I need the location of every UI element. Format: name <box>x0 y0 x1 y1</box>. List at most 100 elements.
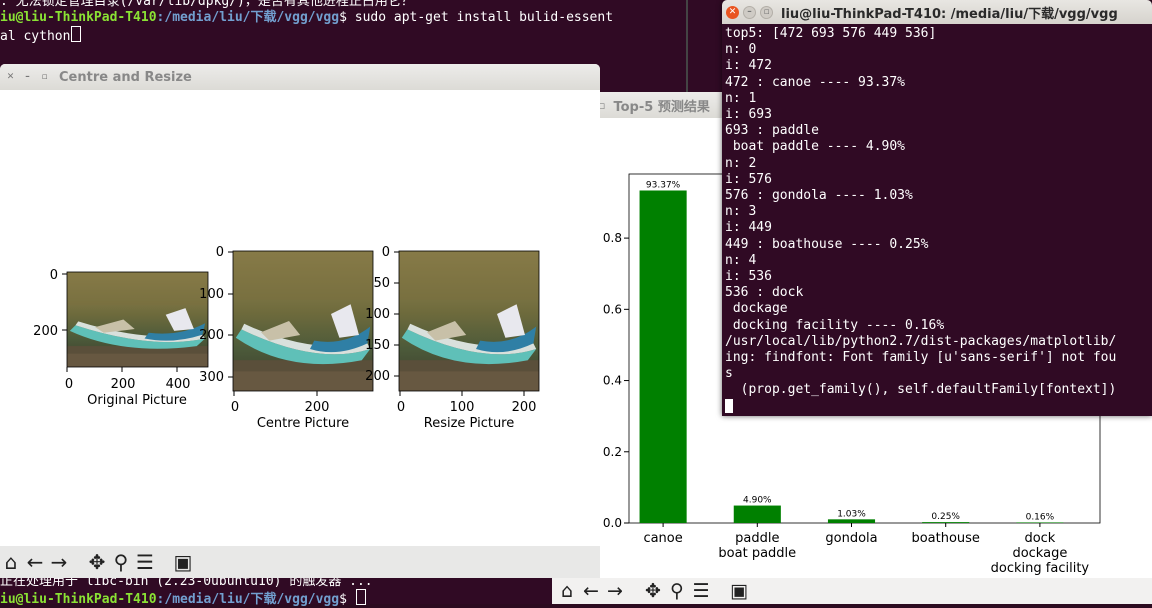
terminal-line: 693 : paddle <box>725 123 819 139</box>
forward-arrow-icon[interactable]: → <box>604 580 626 602</box>
tick-label: 0 <box>382 245 390 260</box>
save-icon[interactable]: ▣ <box>728 580 750 602</box>
zoom-icon[interactable]: ⚲ <box>666 580 688 602</box>
terminal-line: docking facility ---- 0.16% <box>725 317 945 333</box>
terminal-line: n: 2 <box>725 155 757 171</box>
image-figure: 0 200 400 0 200 Original Picture 0 200 0… <box>33 245 540 431</box>
home-icon[interactable]: ⌂ <box>556 580 578 602</box>
tick-label: 0 <box>65 377 73 392</box>
window-title: liu@liu-ThinkPad-T410: /media/liu/下载/vgg… <box>781 6 1118 22</box>
terminal-line: 472 : canoe ---- 93.37% <box>725 74 906 90</box>
terminal-line: i: 449 <box>725 220 772 236</box>
bar <box>639 190 687 523</box>
terminal-line: top5: [472 693 576 449 536] <box>725 26 937 41</box>
terminal-line: boat paddle ---- 4.90% <box>725 139 906 155</box>
y-tick-label: 0.8 <box>603 231 622 245</box>
terminal-line: s <box>725 366 733 382</box>
minimize-icon[interactable]: – <box>743 5 756 19</box>
prompt-dollar: $ <box>339 592 355 607</box>
terminal-line: /usr/local/lib/python2.7/dist-packages/m… <box>725 333 1117 349</box>
data-label: 1.03% <box>837 509 866 519</box>
terminal-prompt-line: iu@liu-ThinkPad-T410:/media/liu/下载/vgg/v… <box>0 10 613 26</box>
centre-window-titlebar[interactable]: ✕ – ▫ Centre and Resize <box>0 64 600 90</box>
tick-label: 150 <box>365 338 390 353</box>
bar <box>922 522 970 523</box>
pan-icon[interactable]: ✥ <box>642 580 664 602</box>
terminal-line: n: 3 <box>725 204 757 220</box>
close-icon[interactable]: ✕ <box>4 71 17 84</box>
x-category-label: paddle boat paddle <box>718 531 796 561</box>
terminal-output[interactable]: top5: [472 693 576 449 536] n: 0 i: 472 472… <box>722 24 1152 416</box>
data-label: 0.16% <box>1026 512 1055 522</box>
home-icon[interactable]: ⌂ <box>0 550 22 574</box>
bar <box>733 505 781 523</box>
configure-icon[interactable]: ☰ <box>690 580 712 602</box>
tick-label: 0 <box>397 400 405 415</box>
save-icon[interactable]: ▣ <box>172 550 194 574</box>
tick-label: 100 <box>365 307 390 322</box>
top5-toolbar: ⌂ ← → ✥ ⚲ ☰ ▣ <box>552 578 1152 604</box>
y-tick-label: 0.4 <box>603 374 622 388</box>
bar <box>827 519 876 523</box>
configure-icon[interactable]: ☰ <box>134 550 156 574</box>
panel-caption: Resize Picture <box>424 416 515 431</box>
tick-label: 100 <box>199 287 224 302</box>
minimize-icon[interactable]: – <box>21 71 34 84</box>
pan-icon[interactable]: ✥ <box>86 550 108 574</box>
terminal-line: al cython <box>0 26 82 45</box>
y-tick-label: 0.6 <box>603 302 622 316</box>
y-tick-label: 0.0 <box>603 516 622 530</box>
prompt-command: $ sudo apt-get install bulid-essent <box>339 10 614 25</box>
terminal-line: i: 693 <box>725 107 772 123</box>
zoom-icon[interactable]: ⚲ <box>110 550 132 574</box>
tick-label: 50 <box>373 276 390 291</box>
original-picture-panel <box>62 271 209 372</box>
panel-caption: Centre Picture <box>257 416 349 431</box>
terminal-line: i: 472 <box>725 58 772 74</box>
terminal-line: : 无法锁定管理目录(/var/lib/dpkg/)，是否有其他进程正占用它？ <box>0 0 414 9</box>
tick-label: 200 <box>512 400 537 415</box>
tick-label: 200 <box>199 328 224 343</box>
prompt-user: iu@liu-ThinkPad-T410 <box>0 10 157 25</box>
prompt-path: :/media/liu/下载/vgg/vgg <box>156 10 340 25</box>
terminal-line: i: 576 <box>725 171 772 187</box>
terminal-line: n: 1 <box>725 90 757 106</box>
terminal-line: (prop.get_family(), self.defaultFamily[f… <box>725 382 1117 398</box>
window-title: Centre and Resize <box>59 69 192 85</box>
terminal-line: 576 : gondola ---- 1.03% <box>725 188 913 204</box>
back-arrow-icon[interactable]: ← <box>24 550 46 574</box>
front-terminal-window[interactable]: ✕ – ▫ liu@liu-ThinkPad-T410: /media/liu/… <box>722 0 1152 416</box>
bar <box>1016 522 1064 523</box>
tick-label: 0 <box>231 400 239 415</box>
centre-resize-window[interactable]: ✕ – ▫ Centre and Resize 0 200 400 0 200 … <box>0 64 600 578</box>
maximize-icon[interactable]: ▫ <box>760 5 773 19</box>
terminal-titlebar[interactable]: ✕ – ▫ liu@liu-ThinkPad-T410: /media/liu/… <box>722 0 1152 24</box>
data-label: 93.37% <box>646 180 681 190</box>
data-label: 0.25% <box>931 512 960 522</box>
back-arrow-icon[interactable]: ← <box>580 580 602 602</box>
maximize-icon[interactable]: ▫ <box>38 71 51 84</box>
x-category-label: canoe <box>643 531 682 546</box>
tick-label: 300 <box>199 370 224 385</box>
tick-label: 200 <box>365 369 390 384</box>
x-category-label: boathouse <box>911 531 979 546</box>
forward-arrow-icon[interactable]: → <box>48 550 70 574</box>
terminal-line: i: 536 <box>725 269 772 285</box>
tick-label: 200 <box>33 324 58 339</box>
tick-label: 0 <box>216 245 224 260</box>
x-category-label: gondola <box>825 531 877 546</box>
y-tick-label: 0.2 <box>603 445 622 459</box>
terminal-cursor <box>71 26 82 42</box>
terminal-line: 536 : dock <box>725 285 804 301</box>
panel-caption: Original Picture <box>87 393 187 408</box>
tick-label: 100 <box>450 400 475 415</box>
close-icon[interactable]: ✕ <box>726 5 739 19</box>
terminal-prompt-line: iu@liu-ThinkPad-T410:/media/liu/下载/vgg/v… <box>0 589 366 608</box>
tick-label: 200 <box>305 400 330 415</box>
terminal-line: ing: findfont: Font family [u'sans-serif… <box>725 350 1117 366</box>
data-label: 4.90% <box>743 496 772 506</box>
terminal-text: al cython <box>0 29 71 44</box>
prompt-user: iu@liu-ThinkPad-T410 <box>0 592 157 607</box>
terminal-line: 449 : boathouse ---- 0.25% <box>725 236 929 252</box>
x-category-label: dock dockage docking facility <box>991 531 1090 576</box>
